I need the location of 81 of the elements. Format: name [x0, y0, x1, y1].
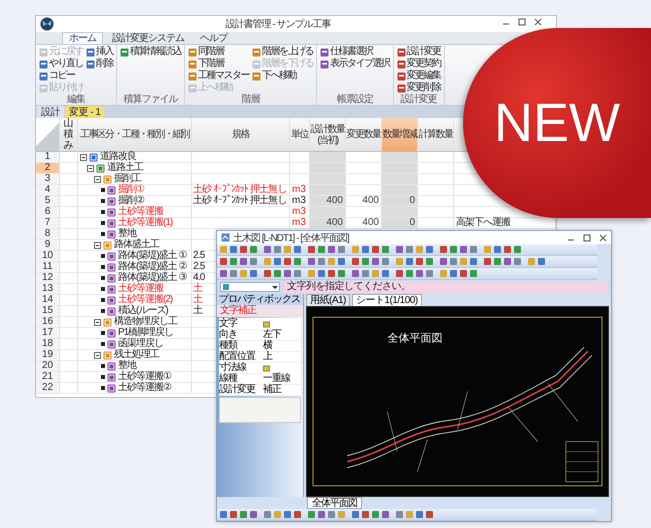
group-label: 編集: [66, 94, 86, 105]
property-value[interactable]: 横: [263, 340, 301, 352]
group-label: 帳票設定: [336, 94, 374, 105]
item-name[interactable]: 掘削工: [114, 174, 141, 184]
table-cell: 2.5: [193, 251, 205, 261]
table-cell: 400: [310, 196, 346, 207]
item-name[interactable]: 積込(ルーズ): [118, 306, 168, 316]
property-label: 線種: [219, 372, 263, 384]
property-label: 配置位置: [219, 350, 263, 362]
ribbon-button[interactable]: 下階層: [187, 58, 250, 70]
property-value[interactable]: 上: [263, 350, 301, 362]
group-label: 積算ファイル: [122, 94, 179, 105]
table-cell: 土: [193, 284, 202, 294]
ribbon-button[interactable]: 変更編集: [396, 70, 442, 82]
table-cell: 土: [193, 306, 202, 316]
window-title: 設計書管理 - サンプル工事: [224, 18, 332, 31]
ribbon-button[interactable]: 下へ移動: [251, 70, 314, 82]
item-name[interactable]: 土砂等運搬①: [118, 372, 171, 382]
sheet-tab[interactable]: 設計: [37, 106, 64, 118]
item-name[interactable]: 掘削①: [118, 185, 144, 195]
item-name[interactable]: 土砂等運搬(2): [118, 295, 172, 305]
ribbon-button[interactable]: 設計変更: [396, 46, 442, 58]
table-cell: 土砂 ｵｰﾌﾟﾝｶｯﾄ 押土無し: [192, 185, 290, 196]
item-name[interactable]: 残土処理工: [114, 350, 159, 360]
item-name[interactable]: 土砂等運搬②: [118, 383, 171, 393]
property-value[interactable]: 左下: [263, 328, 301, 340]
property-label: 種類: [219, 340, 263, 352]
ribbon-tab[interactable]: ヘルプ: [193, 32, 234, 44]
group-label: 階層: [240, 94, 261, 105]
group-label: 設計変更: [400, 94, 438, 105]
item-name[interactable]: 構造物埋戻し工: [114, 317, 177, 327]
item-name[interactable]: 路体盛土工: [114, 240, 159, 250]
table-cell: 土: [193, 295, 202, 305]
panel-title: プロパティボックス: [217, 294, 303, 305]
item-name[interactable]: 道路改良: [100, 152, 136, 162]
item-name[interactable]: 路体(築堤)盛土 ①: [118, 251, 186, 261]
table-cell: 0: [382, 218, 418, 229]
item-name[interactable]: 土砂等運搬: [118, 284, 163, 294]
window-title: 土木図 [L-NDT1] - [全体平面図]: [233, 232, 350, 244]
table-cell: 高架下へ運搬: [454, 218, 556, 229]
ribbon-tab[interactable]: ホーム: [62, 32, 103, 44]
item-name[interactable]: 路体(築堤)盛土 ②: [118, 262, 186, 272]
item-name[interactable]: 土砂等運搬(1): [118, 218, 172, 228]
ribbon-button[interactable]: 削除: [85, 58, 114, 70]
item-name[interactable]: 道路土工: [107, 163, 143, 173]
table-cell: 400: [310, 218, 346, 229]
ribbon-tab[interactable]: 設計変更システム: [105, 32, 191, 44]
ribbon-button[interactable]: 工種マスター: [187, 70, 250, 82]
ribbon-button[interactable]: 変更削除: [396, 82, 442, 94]
ribbon-button[interactable]: 変更契約: [396, 58, 442, 70]
drawing-title: 全体平面図: [387, 332, 442, 344]
property-label: 向き: [219, 328, 263, 340]
property-value[interactable]: 一重線: [263, 372, 301, 384]
column-header[interactable]: 規格: [232, 129, 249, 140]
command-name: 文字補正: [217, 305, 303, 317]
table-cell: 2.5: [193, 262, 205, 272]
ribbon-button[interactable]: 表示タイプ選択: [319, 58, 390, 70]
drawing-tab[interactable]: 用紙(A1): [306, 294, 350, 306]
item-name[interactable]: 整地: [118, 361, 136, 371]
ribbon-button[interactable]: 挿入: [85, 46, 114, 58]
prompt-message: 文字列を指定してください。: [284, 281, 608, 293]
table-cell: 4.0: [193, 273, 205, 283]
ribbon-button[interactable]: 同階層: [187, 46, 250, 58]
table-cell: 0: [382, 196, 418, 207]
drawing-tab[interactable]: シート1(1/100): [352, 294, 422, 306]
sheet-tab[interactable]: 全体平面図: [307, 497, 362, 509]
ribbon-button[interactable]: 積算情報読込: [119, 46, 182, 58]
ribbon-button[interactable]: コピー: [38, 70, 84, 82]
ribbon-button[interactable]: やり直し: [38, 58, 84, 70]
ribbon-button[interactable]: 階層を上げる: [251, 46, 314, 58]
ribbon-button[interactable]: 仕様書選択: [319, 46, 390, 58]
item-name[interactable]: 整地: [118, 229, 136, 239]
item-name[interactable]: 土砂等運搬: [118, 207, 163, 217]
item-name[interactable]: P1橋脚埋戻し: [118, 328, 174, 338]
table-cell: 土砂 ｵｰﾌﾟﾝｶｯﾄ 押土無し: [192, 196, 290, 207]
sheet-tab[interactable]: 変更 - 1: [65, 106, 104, 118]
property-label: 設計変更: [219, 384, 263, 396]
item-name[interactable]: 路体(築堤)盛土 ③: [118, 273, 186, 283]
item-name[interactable]: 掘削②: [118, 196, 144, 206]
property-value[interactable]: 補正: [263, 384, 301, 396]
item-name[interactable]: 函渠埋戻し: [118, 339, 163, 349]
